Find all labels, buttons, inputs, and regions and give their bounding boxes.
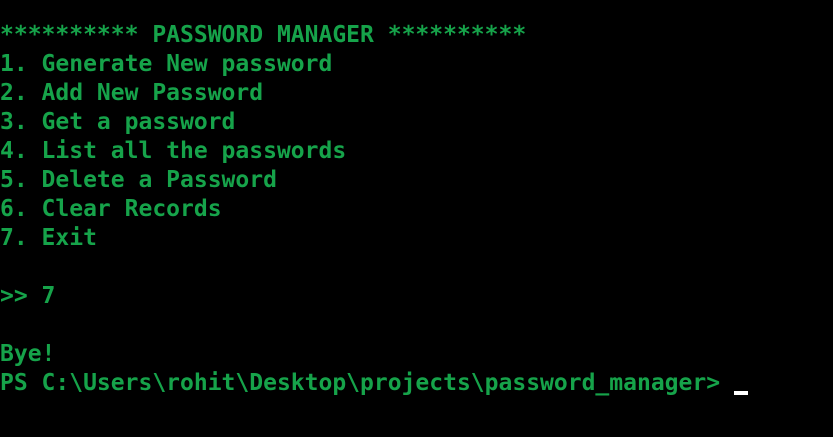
menu-item-delete: 5. Delete a Password	[0, 167, 277, 193]
output-line: Bye!	[0, 341, 56, 367]
terminal-window[interactable]: ********** PASSWORD MANAGER ********** 1…	[0, 0, 833, 437]
user-input-line: >> 7	[0, 283, 56, 309]
shell-prompt-line[interactable]: PS C:\Users\rohit\Desktop\projects\passw…	[0, 369, 833, 398]
menu-item-get: 3. Get a password	[0, 109, 236, 135]
menu-item-list: 4. List all the passwords	[0, 138, 347, 164]
menu-item-exit: 7. Exit	[0, 225, 97, 251]
menu-item-generate: 1. Generate New password	[0, 51, 333, 77]
shell-prompt: PS C:\Users\rohit\Desktop\projects\passw…	[0, 370, 721, 396]
title-banner: ********** PASSWORD MANAGER **********	[0, 22, 527, 48]
menu-item-add: 2. Add New Password	[0, 80, 264, 106]
text-cursor	[734, 390, 749, 395]
menu-item-clear: 6. Clear Records	[0, 196, 222, 222]
